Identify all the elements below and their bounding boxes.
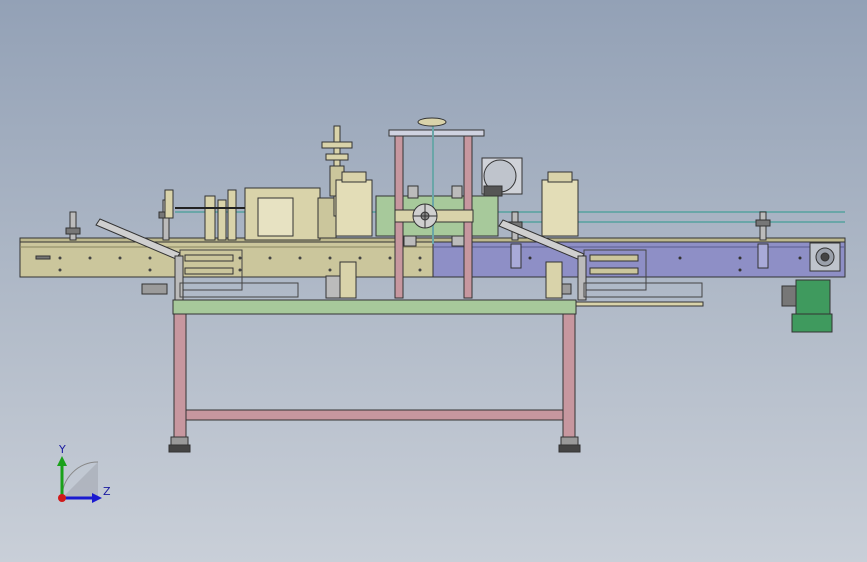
conveyor-beam-right — [432, 240, 846, 278]
lower-rail — [575, 301, 704, 307]
drive-end — [809, 242, 841, 272]
y-axis-label: Y — [59, 443, 66, 456]
bottle-right — [541, 171, 579, 237]
dispenser-disc — [481, 157, 523, 197]
labeling-head — [164, 187, 337, 241]
table-top-plate — [172, 299, 577, 315]
drive-motor — [781, 279, 833, 333]
z-axis-label: Z — [103, 485, 111, 498]
handwheel[interactable] — [412, 203, 438, 229]
table-frame — [168, 311, 581, 453]
labeling-machine-model[interactable] — [0, 0, 867, 562]
cad-viewport[interactable]: Y Z — [0, 0, 867, 562]
bottle-left — [335, 171, 373, 237]
